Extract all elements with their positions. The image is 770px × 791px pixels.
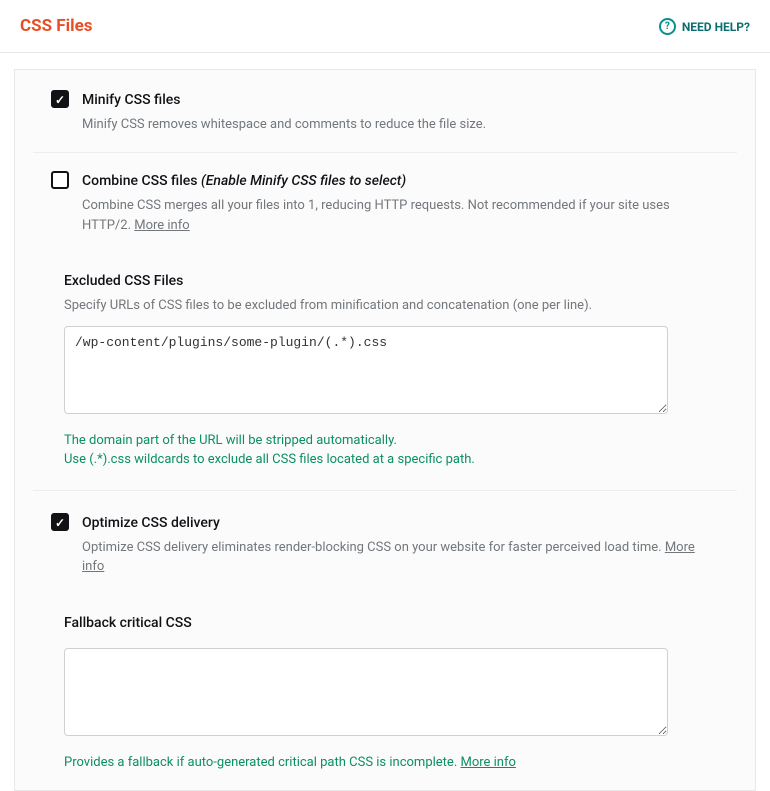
fallback-title: Fallback critical CSS [64,613,737,634]
need-help-link[interactable]: NEED HELP? [659,18,750,36]
excluded-help: The domain part of the URL will be strip… [64,431,737,470]
fallback-help: Provides a fallback if auto-generated cr… [64,753,737,773]
combine-checkbox[interactable] [51,171,69,189]
optimize-label: Optimize CSS delivery [82,513,719,534]
optimize-row: Optimize CSS delivery Optimize CSS deliv… [33,491,737,595]
combine-desc: Combine CSS merges all your files into 1… [82,196,719,235]
minify-checkbox[interactable] [51,90,69,108]
css-files-panel: Minify CSS files Minify CSS removes whit… [14,69,756,791]
excluded-section: Excluded CSS Files Specify URLs of CSS f… [33,253,737,491]
excluded-desc: Specify URLs of CSS files to be excluded… [64,296,737,316]
minify-desc: Minify CSS removes whitespace and commen… [82,115,719,135]
page-title: CSS Files [20,14,93,40]
minify-row: Minify CSS files Minify CSS removes whit… [33,72,737,154]
section-header: CSS Files NEED HELP? [0,0,770,53]
optimize-desc: Optimize CSS delivery eliminates render-… [82,538,719,577]
combine-more-info-link[interactable]: More info [134,218,189,233]
fallback-more-info-link[interactable]: More info [460,755,515,770]
fallback-css-textarea[interactable] [64,648,668,736]
combine-hint: (Enable Minify CSS files to select) [201,173,406,189]
excluded-css-textarea[interactable] [64,326,668,414]
combine-label: Combine CSS files (Enable Minify CSS fil… [82,171,719,192]
help-icon [659,18,676,35]
minify-label: Minify CSS files [82,90,719,111]
optimize-checkbox[interactable] [51,513,69,531]
need-help-label: NEED HELP? [682,18,750,36]
fallback-section: Fallback critical CSS Provides a fallbac… [33,595,737,791]
combine-row: Combine CSS files (Enable Minify CSS fil… [33,153,737,253]
excluded-title: Excluded CSS Files [64,271,737,292]
